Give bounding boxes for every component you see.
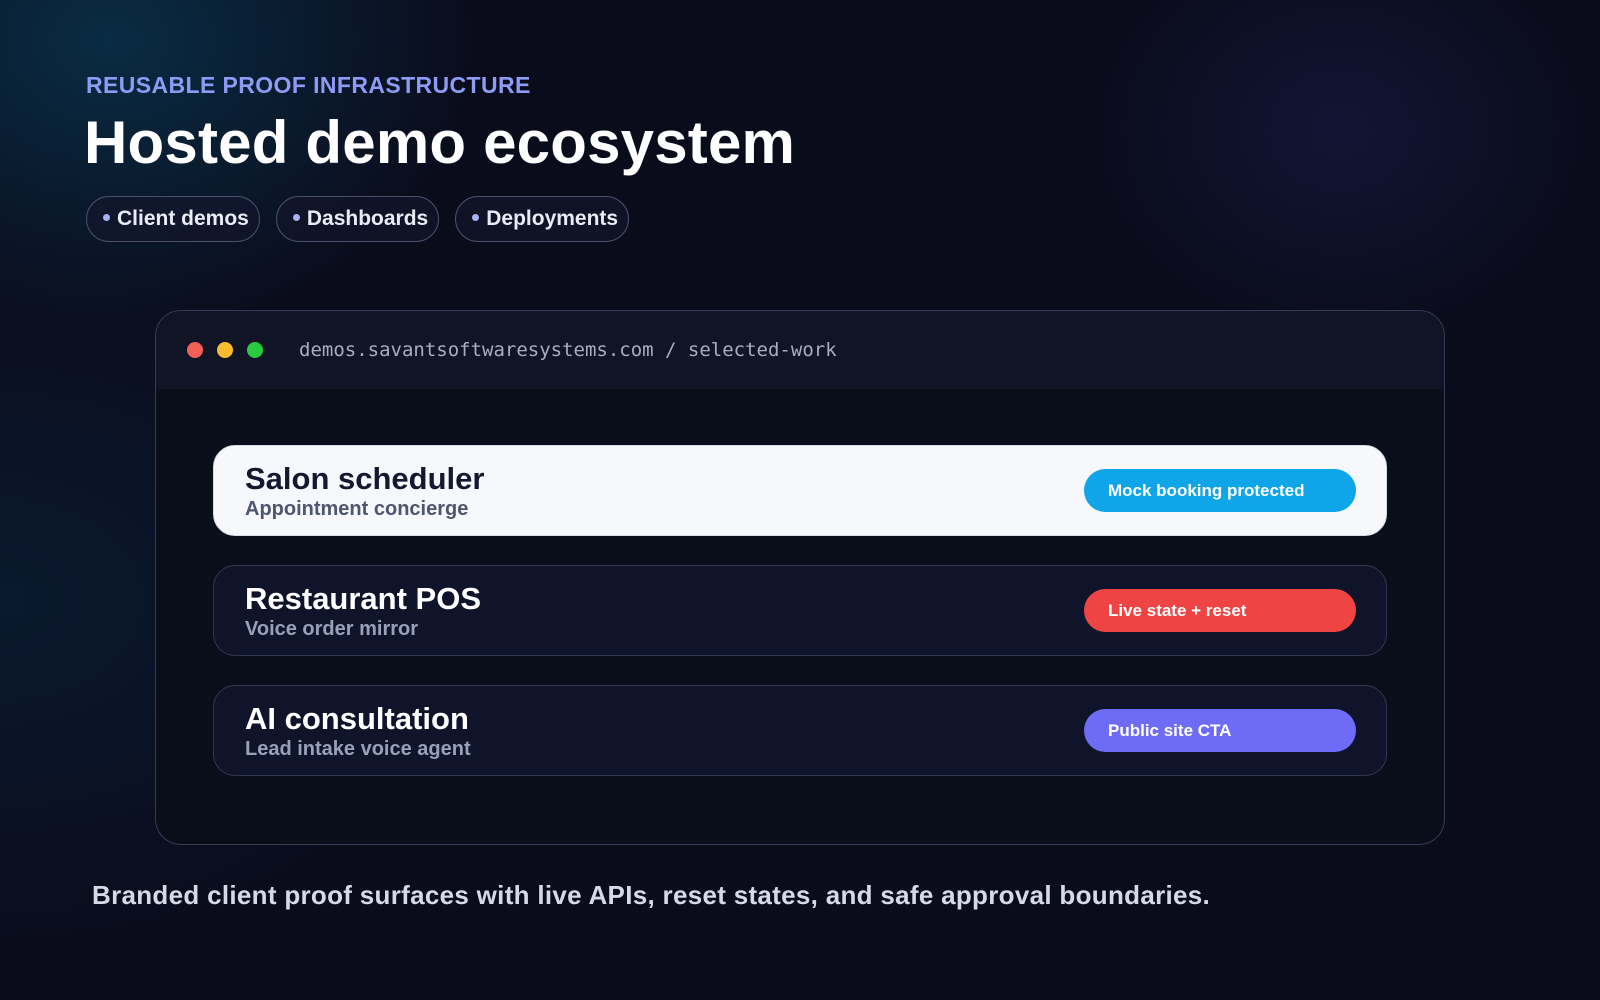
pill-deployments[interactable]: Deployments bbox=[455, 196, 630, 242]
pill-dashboards[interactable]: Dashboards bbox=[275, 196, 440, 242]
pill-label: Deployments bbox=[486, 207, 619, 230]
status-badge[interactable]: Mock booking protected bbox=[1084, 469, 1356, 512]
pill-label: Client demos bbox=[117, 207, 249, 230]
bullet-dot-icon bbox=[472, 214, 480, 221]
card-title: AI consultation bbox=[245, 701, 469, 736]
bullet-dot-icon bbox=[103, 214, 110, 221]
browser-toolbar: demos.savantsoftwaresystems.com / select… bbox=[156, 311, 1444, 389]
card-title: Restaurant POS bbox=[245, 581, 482, 616]
maximize-window-icon[interactable] bbox=[247, 342, 263, 358]
tag-pill-row: Client demos Dashboards Deployments bbox=[86, 196, 630, 242]
page-title: Hosted demo ecosystem bbox=[84, 109, 796, 176]
demo-card-ai-consultation[interactable]: AI consultation Lead intake voice agent … bbox=[213, 685, 1387, 776]
minimize-window-icon[interactable] bbox=[217, 342, 233, 358]
eyebrow-label: REUSABLE PROOF INFRASTRUCTURE bbox=[86, 72, 531, 98]
url-text[interactable]: demos.savantsoftwaresystems.com / select… bbox=[299, 339, 837, 361]
card-subtitle: Lead intake voice agent bbox=[245, 738, 471, 760]
close-window-icon[interactable] bbox=[187, 342, 203, 358]
status-badge[interactable]: Public site CTA bbox=[1084, 709, 1356, 752]
card-subtitle: Voice order mirror bbox=[245, 618, 419, 640]
card-title: Salon scheduler bbox=[245, 461, 485, 496]
card-subtitle: Appointment concierge bbox=[245, 498, 469, 520]
demo-card-list: Salon scheduler Appointment concierge Mo… bbox=[213, 445, 1387, 805]
pill-label: Dashboards bbox=[306, 207, 429, 230]
footer-description: Branded client proof surfaces with live … bbox=[92, 880, 1211, 910]
demo-card-salon-scheduler[interactable]: Salon scheduler Appointment concierge Mo… bbox=[213, 445, 1387, 536]
browser-window: demos.savantsoftwaresystems.com / select… bbox=[155, 310, 1445, 845]
demo-card-restaurant-pos[interactable]: Restaurant POS Voice order mirror Live s… bbox=[213, 565, 1387, 656]
status-badge[interactable]: Live state + reset bbox=[1084, 589, 1356, 632]
bullet-dot-icon bbox=[292, 214, 300, 221]
pill-client-demos[interactable]: Client demos bbox=[86, 196, 260, 242]
